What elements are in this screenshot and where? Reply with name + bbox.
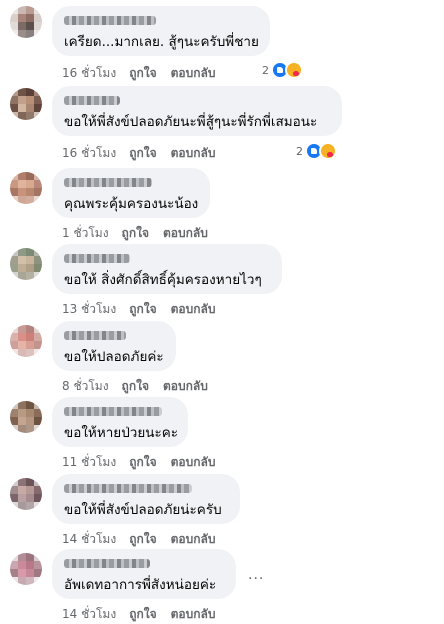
comment-time[interactable]: 11 ชั่วโมง [62,453,116,472]
avatar[interactable] [10,248,42,280]
reply-button[interactable]: ตอบกลับ [163,377,208,396]
reply-button[interactable]: ตอบกลับ [171,300,216,319]
comment-time[interactable]: 1 ชั่วโมง [62,224,109,243]
avatar[interactable] [10,553,42,585]
commenter-name[interactable] [64,16,156,25]
comment-actions: 16 ชั่วโมง ถูกใจ ตอบกลับ [62,64,215,83]
reaction-count: 2 [262,63,269,77]
reaction-count: 2 [296,144,303,158]
comment-time[interactable]: 16 ชั่วโมง [62,64,116,83]
comment-actions: 11 ชั่วโมง ถูกใจ ตอบกลับ [62,453,215,472]
comment-time[interactable]: 13 ชั่วโมง [62,300,116,319]
reply-button[interactable]: ตอบกลับ [171,605,216,624]
like-button[interactable]: ถูกใจ [129,530,156,549]
like-button[interactable]: ถูกใจ [129,144,156,163]
comment-time[interactable]: 16 ชั่วโมง [62,144,116,163]
comment-actions: 13 ชั่วโมง ถูกใจ ตอบกลับ [62,300,215,319]
like-button[interactable]: ถูกใจ [129,300,156,319]
reply-button[interactable]: ตอบกลับ [171,144,216,163]
comment-actions: 1 ชั่วโมง ถูกใจ ตอบกลับ [62,224,208,243]
avatar[interactable] [10,325,42,357]
comment-text: ขอให้พี่สังข์ปลอดภัยน่ะครับ [64,502,222,518]
comment-bubble: ขอให้พี่สังข์ปลอดภัยนะพี่สู้ๆนะพี่รักพี่… [52,86,342,136]
like-button[interactable]: ถูกใจ [122,377,149,396]
comment-time[interactable]: 14 ชั่วโมง [62,605,116,624]
like-button[interactable]: ถูกใจ [129,605,156,624]
comment-bubble: เครียด...มากเลย. สู้ๆนะครับพี่ชาย [52,6,270,56]
reply-button[interactable]: ตอบกลับ [171,530,216,549]
reply-button[interactable]: ตอบกลับ [171,64,216,83]
comment-text: เครียด...มากเลย. สู้ๆนะครับพี่ชาย [64,34,259,50]
avatar[interactable] [10,478,42,510]
comment-time[interactable]: 14 ชั่วโมง [62,530,116,549]
comment-actions: 8 ชั่วโมง ถูกใจ ตอบกลับ [62,377,208,396]
commenter-name[interactable] [64,178,152,187]
comment-text: ขอให้ สิ่งศักดิ์สิทธิ์คุ้มครองหายไวๆ [64,272,262,288]
comment-time[interactable]: 8 ชั่วโมง [62,377,109,396]
commenter-name[interactable] [64,254,130,263]
commenter-name[interactable] [64,559,150,568]
commenter-name[interactable] [64,331,126,340]
comment-text: คุณพระคุ้มครองนะน้อง [64,196,199,212]
comment-text: ขอให้พี่สังข์ปลอดภัยนะพี่สู้ๆนะพี่รักพี่… [64,114,318,130]
commenter-name[interactable] [64,407,162,416]
like-button[interactable]: ถูกใจ [129,453,156,472]
more-options-button[interactable]: ... [248,567,264,583]
care-icon [285,61,303,79]
comment-actions: 16 ชั่วโมง ถูกใจ ตอบกลับ [62,144,215,163]
like-button[interactable]: ถูกใจ [129,64,156,83]
comment-bubble: ขอให้พี่สังข์ปลอดภัยน่ะครับ [52,474,240,524]
comment-actions: 14 ชั่วโมง ถูกใจ ตอบกลับ [62,530,215,549]
reply-button[interactable]: ตอบกลับ [163,224,208,243]
reaction-summary[interactable]: 2 [262,61,303,79]
comment-bubble: ขอให้หายป่วยนะคะ [52,397,188,447]
comment-text: ขอให้หายป่วยนะคะ [64,425,179,441]
avatar[interactable] [10,401,42,433]
comment-bubble: อัพเดทอาการพี่สังหน่อยค่ะ [52,549,236,599]
like-button[interactable]: ถูกใจ [122,224,149,243]
comment-text: ขอให้ปลอดภัยค่ะ [64,349,164,365]
comment-bubble: ขอให้ สิ่งศักดิ์สิทธิ์คุ้มครองหายไวๆ [52,244,282,294]
comment-text: อัพเดทอาการพี่สังหน่อยค่ะ [64,577,217,593]
care-icon [319,142,337,160]
reaction-summary[interactable]: 2 [296,142,337,160]
commenter-name[interactable] [64,484,192,493]
avatar[interactable] [10,172,42,204]
comment-bubble: คุณพระคุ้มครองนะน้อง [52,168,210,218]
avatar[interactable] [10,88,42,120]
reply-button[interactable]: ตอบกลับ [171,453,216,472]
commenter-name[interactable] [64,96,120,105]
comment-actions: 14 ชั่วโมง ถูกใจ ตอบกลับ [62,605,215,624]
comment-bubble: ขอให้ปลอดภัยค่ะ [52,321,176,371]
avatar[interactable] [10,6,42,38]
